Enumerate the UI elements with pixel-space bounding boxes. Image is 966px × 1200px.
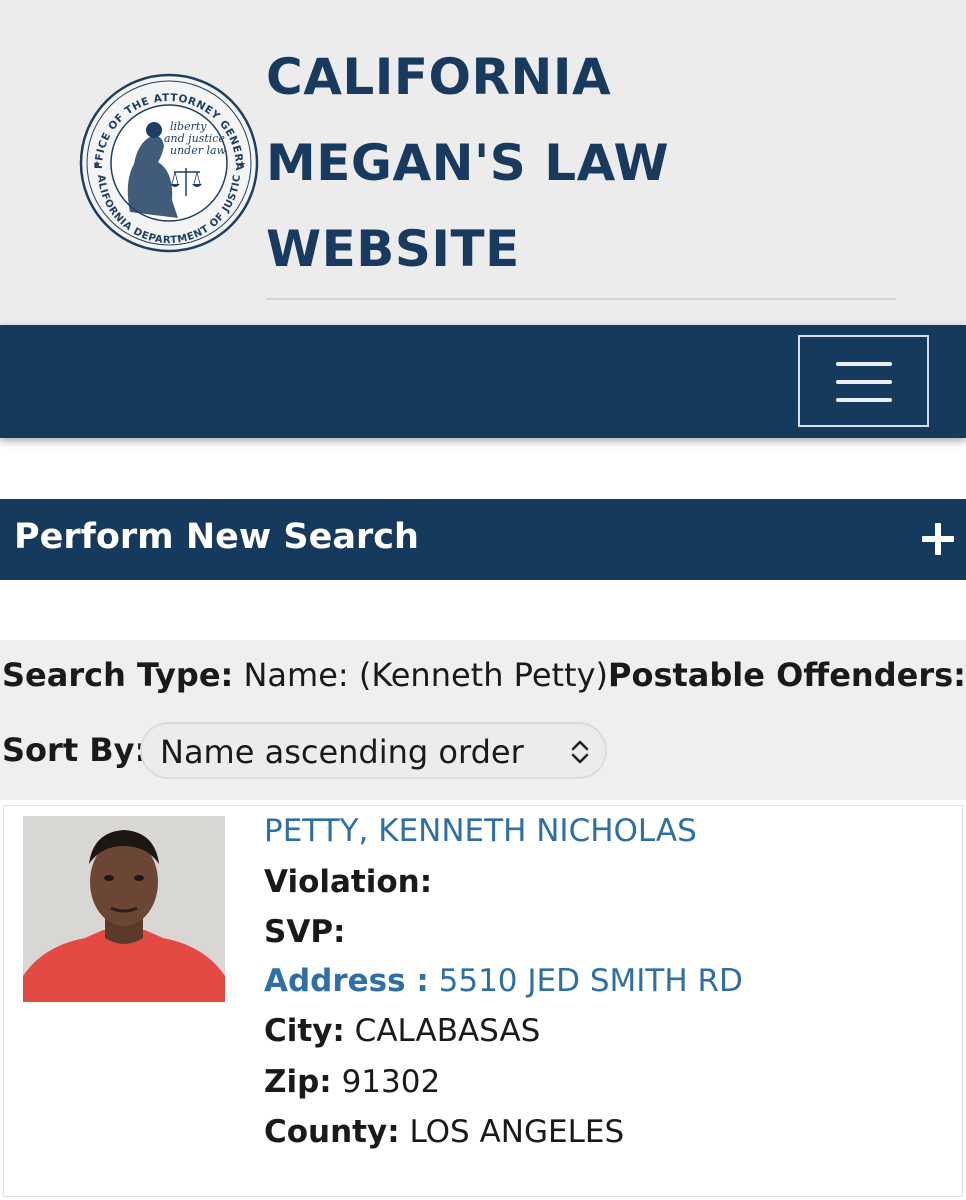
violation-label: Violation: bbox=[264, 864, 433, 900]
perform-new-search-label: Perform New Search bbox=[14, 517, 419, 557]
address-label: Address : bbox=[264, 963, 429, 999]
city-value: CALABASAS bbox=[354, 1013, 541, 1049]
postable-offenders-row: Postable Offenders: 1 bbox=[608, 656, 966, 694]
offender-photo-image bbox=[23, 816, 225, 1002]
city-row: City: CALABASAS bbox=[264, 1013, 540, 1049]
offender-photo[interactable] bbox=[23, 816, 225, 1002]
zip-row: Zip: 91302 bbox=[264, 1064, 440, 1100]
sort-by-label: Sort By: bbox=[2, 731, 148, 769]
postable-offenders-label: Postable Offenders: bbox=[608, 656, 966, 694]
site-title-line-2: MEGAN'S LAW bbox=[266, 134, 670, 192]
county-label: County: bbox=[264, 1114, 400, 1150]
county-row: County: LOS ANGELES bbox=[264, 1114, 624, 1150]
header-divider bbox=[266, 298, 896, 300]
perform-new-search-panel[interactable]: Perform New Search bbox=[0, 499, 966, 580]
search-type-label: Search Type: bbox=[2, 656, 234, 694]
hamburger-icon bbox=[836, 362, 892, 366]
search-type-row: Search Type: Name: (Kenneth Petty) bbox=[2, 656, 608, 694]
site-title-line-1: CALIFORNIA bbox=[266, 48, 612, 106]
offender-name-link[interactable]: PETTY, KENNETH NICHOLAS bbox=[264, 813, 697, 849]
address-value: 5510 JED SMITH RD bbox=[438, 963, 743, 999]
attorney-general-seal-icon: OFFICE OF THE ATTORNEY GENERAL CALIFORNI… bbox=[78, 72, 259, 253]
hamburger-menu-button[interactable] bbox=[798, 335, 929, 427]
address-link[interactable]: Address : 5510 JED SMITH RD bbox=[264, 963, 743, 999]
violation-row: Violation: bbox=[264, 864, 432, 900]
plus-icon[interactable] bbox=[922, 523, 954, 555]
svp-row: SVP: bbox=[264, 914, 345, 950]
svg-text:★: ★ bbox=[238, 159, 246, 169]
svp-label: SVP: bbox=[264, 914, 346, 950]
county-value: LOS ANGELES bbox=[409, 1114, 625, 1150]
site-title[interactable]: CALIFORNIA MEGAN'S LAW WEBSITE bbox=[266, 34, 669, 292]
chevron-updown-icon bbox=[571, 740, 589, 764]
sort-by-select[interactable]: Name ascending order bbox=[140, 722, 607, 779]
sort-by-selected-value: Name ascending order bbox=[160, 733, 524, 771]
search-type-value: Name: (Kenneth Petty) bbox=[243, 656, 609, 694]
svg-text:under law: under law bbox=[170, 144, 227, 157]
site-title-line-3: WEBSITE bbox=[266, 220, 520, 278]
city-label: City: bbox=[264, 1013, 345, 1049]
zip-label: Zip: bbox=[264, 1064, 332, 1100]
svg-text:★: ★ bbox=[93, 159, 101, 169]
zip-value: 91302 bbox=[341, 1064, 441, 1100]
